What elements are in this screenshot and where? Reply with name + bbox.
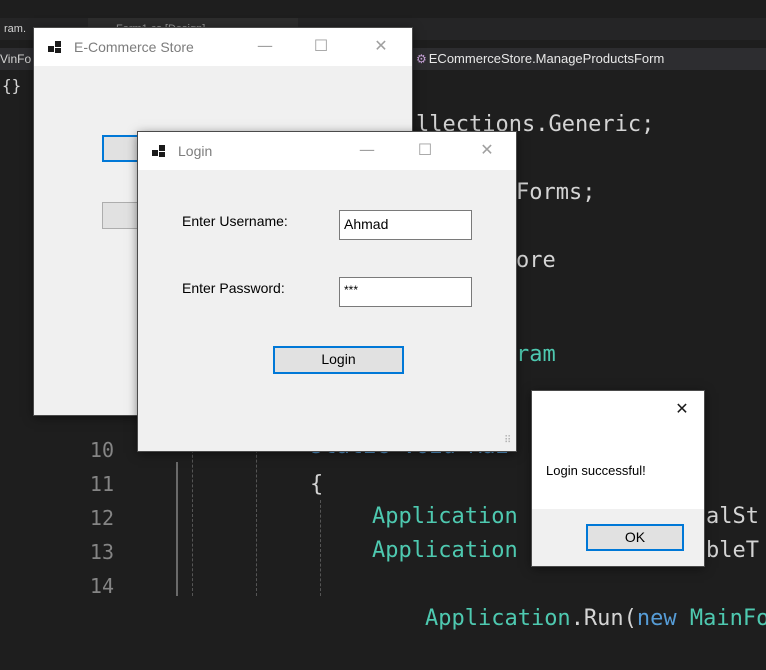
code-line-14: Application.Run(new MainFo	[372, 568, 766, 670]
main-window-titlebar[interactable]: E-Commerce Store — ☐ ✕	[34, 28, 412, 66]
login-title: Login	[178, 143, 213, 159]
close-button[interactable]: ✕	[358, 28, 404, 66]
login-button[interactable]: Login	[273, 346, 404, 374]
line-number: 11	[89, 472, 114, 496]
project-dropdown[interactable]: VinFo	[0, 48, 31, 70]
minimize-button[interactable]: —	[242, 28, 288, 66]
indent-guide	[192, 430, 193, 596]
indent-guide	[320, 500, 321, 596]
login-titlebar[interactable]: Login — ☐ ✕	[138, 132, 516, 170]
code-line-13-a: Application	[372, 538, 518, 563]
line-number: 13	[89, 540, 114, 564]
message-box: ✕ Login successful! OK	[532, 391, 704, 566]
windows-form-icon	[152, 145, 165, 157]
line-number: 10	[89, 438, 114, 462]
code-line-12-a: Application	[372, 504, 518, 529]
close-button[interactable]: ✕	[464, 132, 510, 170]
scope-bar	[176, 462, 178, 596]
maximize-button[interactable]: ☐	[298, 28, 344, 66]
line-number: 14	[89, 574, 114, 598]
login-window: Login — ☐ ✕ Enter Username: Ahmad Enter …	[138, 132, 516, 451]
program-tab[interactable]: ram.	[0, 18, 26, 40]
class-dropdown-label: ECommerceStore.ManageProductsForm	[428, 51, 665, 66]
code-line-14-c: new	[636, 606, 677, 631]
username-input[interactable]: Ahmad	[339, 210, 472, 240]
minimize-button[interactable]: —	[344, 132, 390, 170]
password-input[interactable]: ***	[339, 277, 472, 307]
windows-form-icon	[48, 41, 61, 53]
code-line-4: ram	[516, 342, 556, 367]
maximize-button[interactable]: ☐	[402, 132, 448, 170]
namespace-icon: {}	[2, 76, 22, 95]
code-line-11: {	[310, 472, 324, 497]
resize-grip[interactable]: ⠿	[504, 436, 511, 446]
indent-guide	[256, 430, 257, 596]
class-dropdown[interactable]: ⚙ ECommerceStore.ManageProductsForm	[416, 48, 664, 70]
ok-button[interactable]: OK	[586, 524, 684, 551]
code-line-2: Forms;	[516, 180, 596, 205]
code-line-14-a: Application	[424, 606, 571, 631]
code-line-3: ore	[516, 248, 556, 273]
main-window-title: E-Commerce Store	[74, 39, 194, 55]
line-number: 12	[89, 506, 114, 530]
class-icon: ⚙	[416, 52, 427, 66]
message-text: Login successful!	[546, 463, 646, 478]
password-label: Enter Password:	[182, 280, 285, 296]
username-label: Enter Username:	[182, 213, 288, 229]
code-line-14-b: .Run(	[570, 606, 637, 631]
code-line-13-b: bleT	[706, 538, 759, 563]
store-primary-button[interactable]	[102, 135, 142, 162]
store-secondary-button[interactable]	[102, 202, 142, 229]
close-button[interactable]: ✕	[660, 391, 704, 429]
code-line-12-b: alSt	[706, 504, 759, 529]
code-line-14-d: MainFo	[689, 606, 766, 631]
